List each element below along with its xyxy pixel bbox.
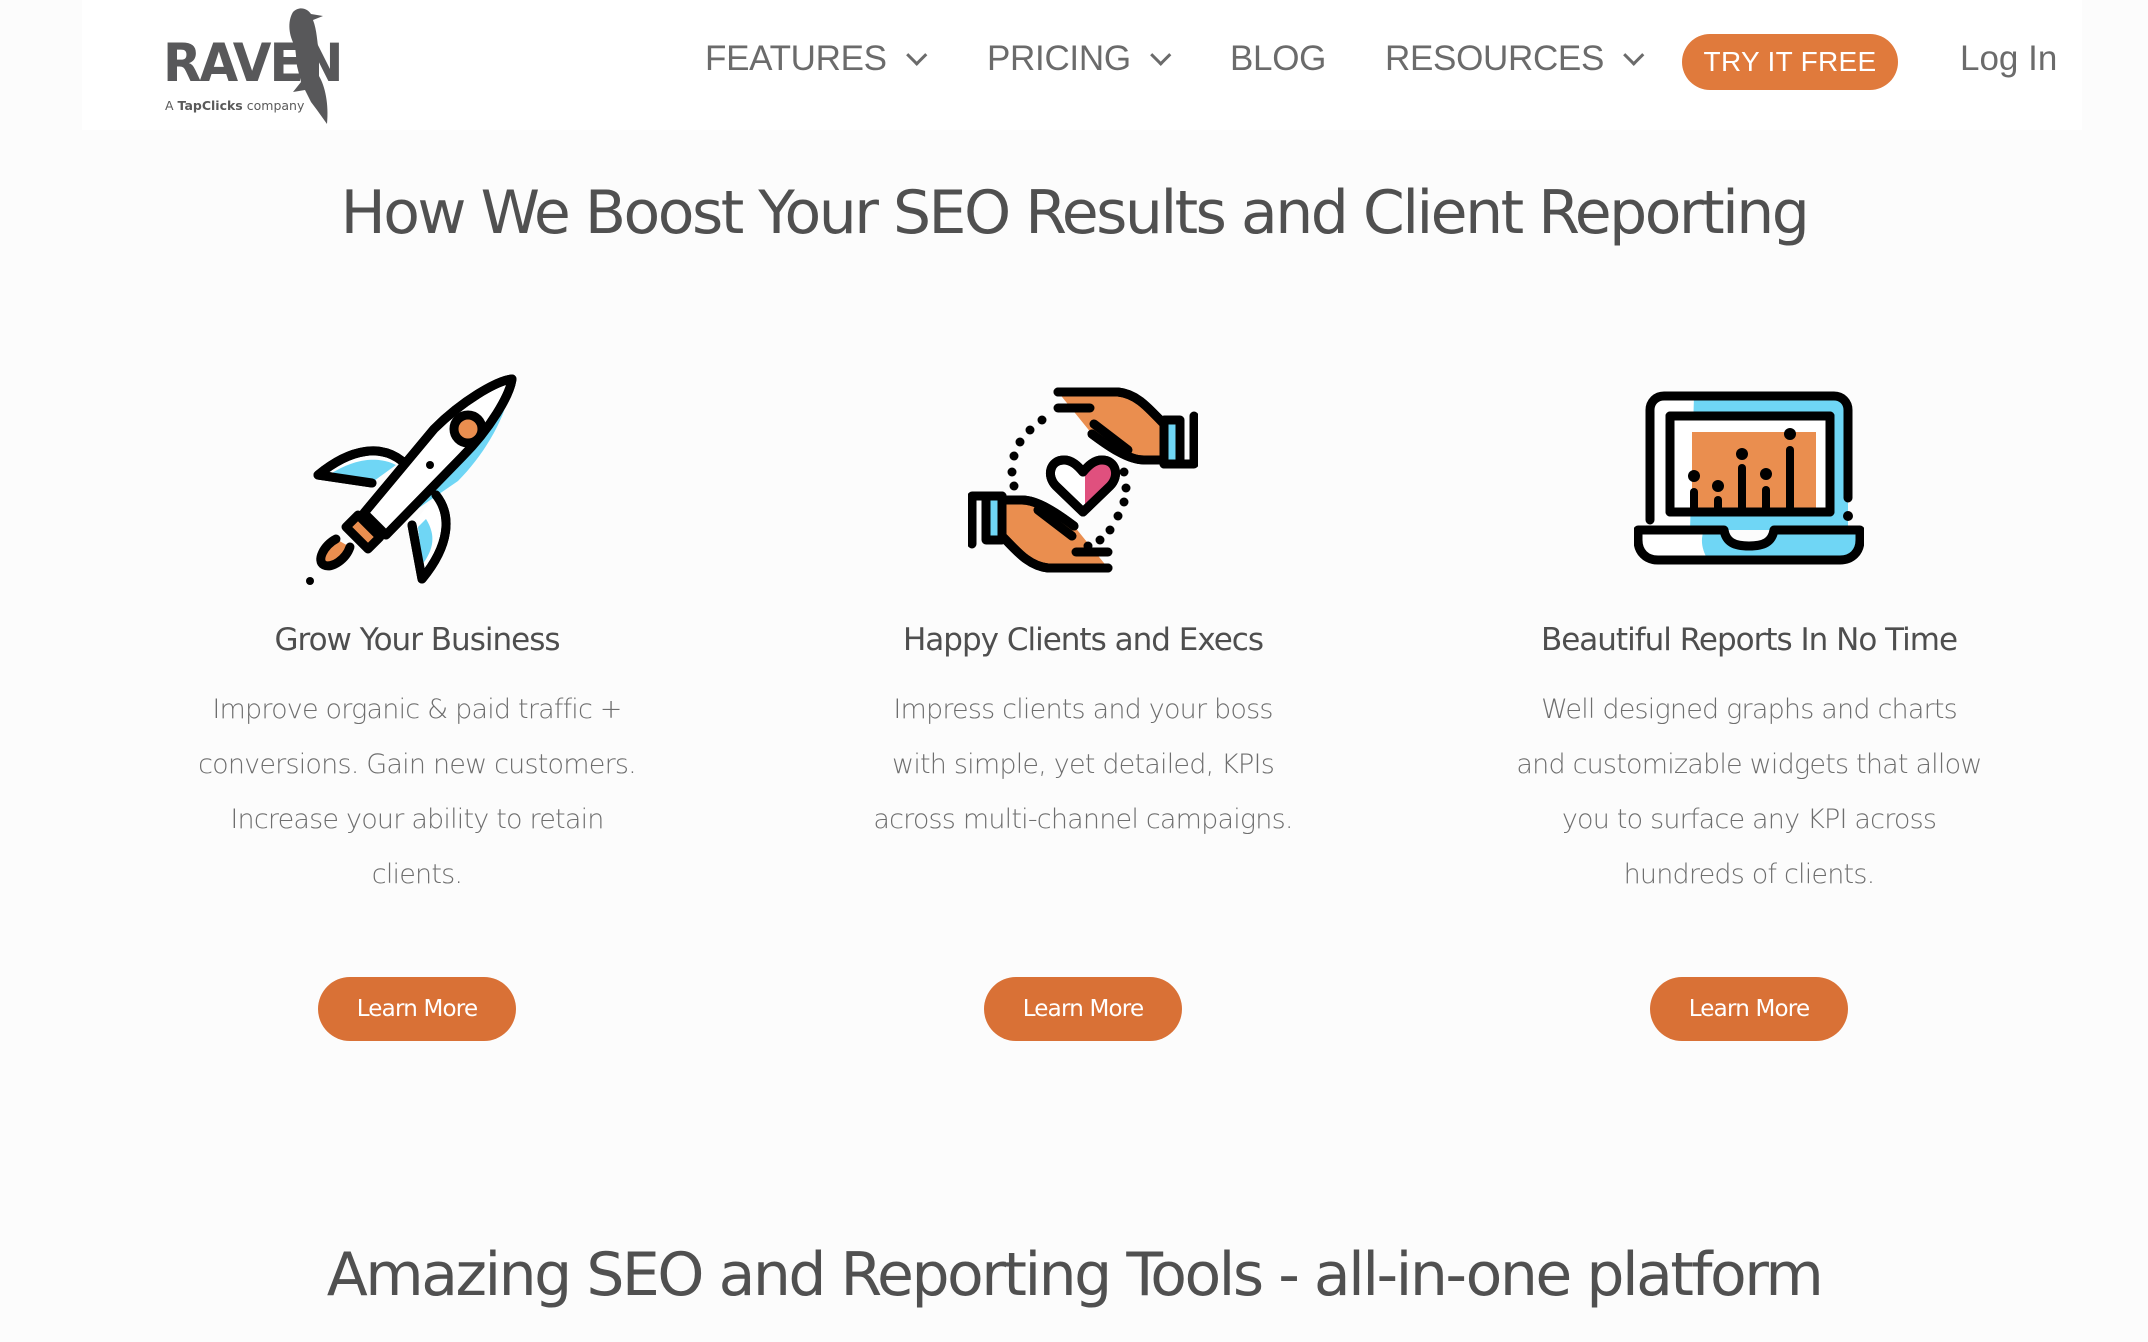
- feature-card-grow: Grow Your Business Improve organic & pai…: [137, 360, 697, 902]
- page-title: How We Boost Your SEO Results and Client…: [340, 178, 1810, 248]
- description-line: clients.: [371, 859, 463, 890]
- hands-heart-icon: [803, 360, 1363, 600]
- laptop-chart-icon: [1469, 360, 2029, 600]
- chevron-down-icon: [905, 44, 928, 66]
- nav-item-pricing[interactable]: PRICING: [987, 38, 1172, 80]
- description-line: with simple, yet detailed, KPIs: [892, 749, 1275, 780]
- nav-item-label: BLOG: [1230, 39, 1327, 78]
- nav-item-features[interactable]: FEATURES: [705, 38, 928, 80]
- feature-title: Happy Clients and Execs: [902, 622, 1264, 658]
- feature-card-happy-clients: Happy Clients and Execs Impress clients …: [803, 360, 1363, 847]
- main-nav: FEATURES PRICING BLOG RESOURCES TRY IT F…: [0, 0, 2148, 130]
- chevron-down-icon: [1149, 44, 1172, 66]
- nav-item-label: FEATURES: [705, 39, 887, 78]
- nav-item-label: RESOURCES: [1385, 39, 1605, 78]
- nav-item-label: PRICING: [987, 39, 1131, 78]
- rocket-icon: [137, 360, 697, 600]
- description-line: Increase your ability to retain: [230, 804, 604, 835]
- try-it-free-button[interactable]: TRY IT FREE: [1682, 34, 1898, 90]
- description-line: conversions. Gain new customers.: [198, 749, 637, 780]
- feature-title: Grow Your Business: [274, 622, 561, 658]
- feature-description: Improve organic & paid traffic + convers…: [137, 682, 697, 902]
- nav-item-blog[interactable]: BLOG: [1230, 38, 1326, 80]
- description-line: hundreds of clients.: [1623, 859, 1876, 890]
- learn-more-button-happy-clients[interactable]: Learn More: [984, 977, 1182, 1041]
- description-line: Well designed graphs and charts: [1541, 694, 1958, 725]
- nav-item-resources[interactable]: RESOURCES: [1385, 38, 1645, 80]
- description-line: Improve organic & paid traffic +: [212, 694, 622, 725]
- description-line: Impress clients and your boss: [893, 694, 1273, 725]
- description-line: you to surface any KPI across: [1561, 804, 1937, 835]
- feature-title: Beautiful Reports In No Time: [1540, 622, 1958, 658]
- learn-more-button-grow[interactable]: Learn More: [318, 977, 516, 1041]
- learn-more-button-reports[interactable]: Learn More: [1650, 977, 1848, 1041]
- chevron-down-icon: [1623, 44, 1645, 66]
- login-link[interactable]: Log In: [1960, 38, 2057, 80]
- feature-card-reports: Beautiful Reports In No Time Well design…: [1469, 360, 2029, 902]
- description-line: and customizable widgets that allow: [1516, 749, 1982, 780]
- description-line: across multi-channel campaigns.: [873, 804, 1293, 835]
- feature-description: Well designed graphs and charts and cust…: [1469, 682, 2029, 902]
- section-heading: Amazing SEO and Reporting Tools - all-in…: [326, 1240, 1824, 1310]
- feature-description: Impress clients and your boss with simpl…: [803, 682, 1363, 847]
